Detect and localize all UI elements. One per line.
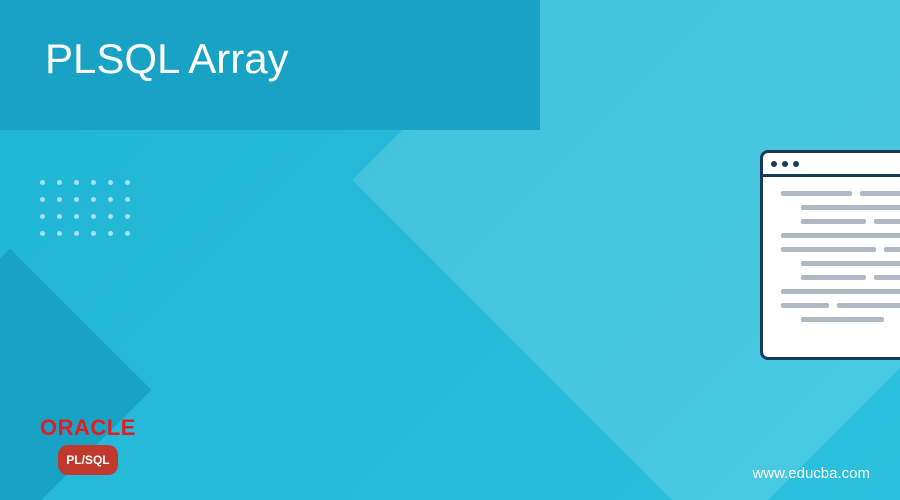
oracle-plsql-logo: ORACLE PL/SQL — [40, 415, 136, 475]
page-title: PLSQL Array — [45, 35, 289, 83]
plsql-badge: PL/SQL — [58, 445, 118, 475]
oracle-brand-text: ORACLE — [40, 415, 136, 441]
footer-url: www.educba.com — [752, 465, 870, 482]
window-titlebar — [763, 153, 900, 177]
code-window-light — [760, 150, 900, 360]
decor-dots — [40, 180, 130, 248]
banner-canvas: PLSQL Array — [0, 0, 900, 500]
